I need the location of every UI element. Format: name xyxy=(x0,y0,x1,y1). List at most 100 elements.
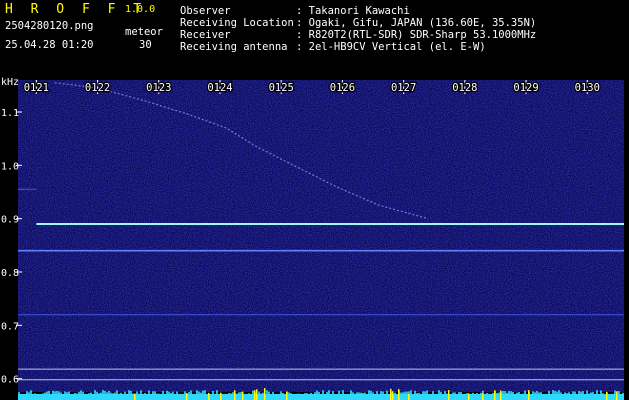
signal-level-column xyxy=(566,393,568,398)
signal-level-column xyxy=(198,391,200,398)
signal-level-column xyxy=(604,395,606,398)
signal-level-column xyxy=(438,390,440,398)
signal-level-column xyxy=(276,394,278,398)
signal-level-column xyxy=(64,391,66,398)
signal-level-column xyxy=(86,393,88,398)
signal-level-column xyxy=(272,392,274,398)
signal-level-column xyxy=(622,392,624,398)
signal-level-column xyxy=(502,390,504,398)
signal-level-column xyxy=(232,392,234,398)
signal-level-column xyxy=(218,394,220,398)
signal-level-column xyxy=(96,391,98,398)
signal-level-column xyxy=(310,392,312,398)
signal-level-column xyxy=(430,394,432,398)
signal-level-column xyxy=(450,393,452,398)
signal-level-column xyxy=(306,393,308,398)
signal-level-column xyxy=(406,391,408,398)
signal-level-column xyxy=(466,393,468,398)
signal-level-column xyxy=(508,391,510,398)
signal-level-column xyxy=(240,391,242,398)
signal-level-column xyxy=(184,391,186,398)
signal-level-column xyxy=(578,390,580,398)
signal-level-column xyxy=(418,392,420,398)
signal-level-column xyxy=(516,392,518,398)
signal-level-column xyxy=(442,395,444,398)
x-tick-label-0125: 0125 xyxy=(269,82,294,94)
signal-level-column xyxy=(188,392,190,398)
x-tick-label-0124: 0124 xyxy=(207,82,232,94)
signal-level-column xyxy=(142,393,144,398)
signal-level-column xyxy=(126,395,128,398)
signal-level-column xyxy=(514,395,516,398)
signal-spike xyxy=(390,388,392,400)
signal-level-column xyxy=(190,390,192,398)
signal-level-column xyxy=(150,395,152,398)
signal-level-column xyxy=(352,392,354,398)
signal-level-column xyxy=(104,390,106,398)
signal-level-column xyxy=(146,395,148,398)
signal-level-column xyxy=(302,395,304,398)
signal-level-column xyxy=(124,391,126,398)
signal-level-column xyxy=(504,391,506,398)
signal-level-column xyxy=(560,392,562,398)
signal-level-column xyxy=(268,391,270,398)
signal-level-column xyxy=(444,391,446,398)
signal-level-column xyxy=(602,393,604,398)
signal-level-column xyxy=(116,390,118,398)
signal-level-column xyxy=(238,392,240,398)
signal-level-column xyxy=(212,390,214,398)
signal-level-column xyxy=(420,395,422,398)
signal-level-column xyxy=(342,390,344,398)
signal-level-column xyxy=(618,391,620,398)
signal-level-column xyxy=(526,395,528,398)
signal-level-column xyxy=(156,393,158,398)
signal-level-column xyxy=(570,394,572,398)
signal-level-column xyxy=(366,394,368,398)
signal-level-column xyxy=(338,390,340,398)
signal-level-column xyxy=(590,392,592,398)
signal-level-column xyxy=(596,390,598,398)
signal-level-column xyxy=(34,393,36,398)
signal-level-column xyxy=(472,392,474,398)
signal-level-column xyxy=(562,395,564,398)
signal-level-column xyxy=(70,394,72,398)
signal-level-column xyxy=(322,390,324,398)
signal-level-column xyxy=(536,390,538,398)
signal-level-column xyxy=(258,391,260,398)
signal-level-column xyxy=(112,393,114,398)
signal-level-column xyxy=(110,392,112,398)
signal-level-column xyxy=(396,395,398,398)
signal-level-column xyxy=(488,394,490,398)
signal-level-column xyxy=(76,393,78,398)
signal-level-column xyxy=(492,392,494,398)
signal-level-column xyxy=(200,392,202,398)
signal-spike xyxy=(220,392,222,400)
signal-spike xyxy=(264,388,266,400)
signal-level-column xyxy=(206,395,208,398)
signal-level-column xyxy=(178,394,180,398)
signal-level-column xyxy=(58,391,60,398)
signal-level-column xyxy=(84,393,86,398)
signal-level-column xyxy=(424,391,426,398)
signal-level-column xyxy=(44,392,46,398)
signal-level-column xyxy=(512,391,514,398)
signal-level-column xyxy=(476,392,478,398)
signal-level-column xyxy=(354,393,356,398)
signal-level-column xyxy=(440,391,442,398)
signal-level-column xyxy=(260,393,262,398)
signal-level-column xyxy=(454,392,456,398)
signal-level-column xyxy=(412,394,414,398)
signal-spike xyxy=(408,393,410,400)
signal-level-column xyxy=(202,390,204,398)
x-tick-label-0121: 0121 xyxy=(24,82,49,94)
signal-level-column xyxy=(304,393,306,398)
signal-level-column xyxy=(78,391,80,398)
signal-level-column xyxy=(556,391,558,398)
signal-spike xyxy=(254,390,256,400)
signal-level-column xyxy=(552,390,554,398)
signal-level-column xyxy=(168,391,170,398)
signal-level-column xyxy=(530,395,532,398)
signal-level-column xyxy=(122,394,124,398)
signal-level-column xyxy=(164,394,166,398)
signal-level-column xyxy=(180,395,182,398)
